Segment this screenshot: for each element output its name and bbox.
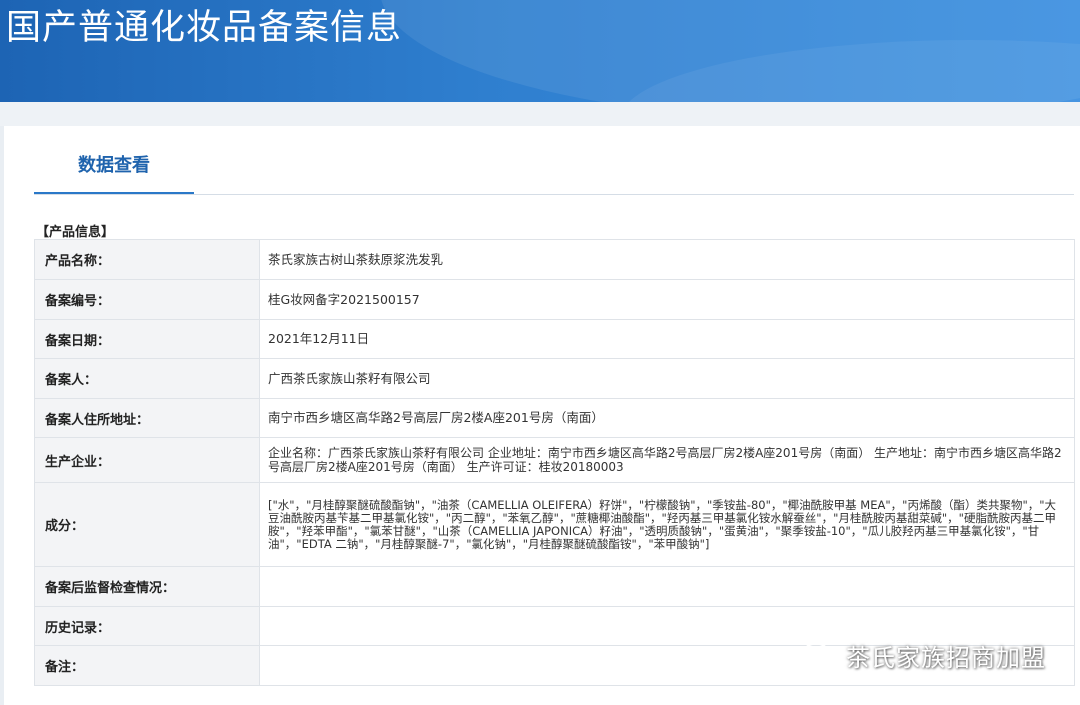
field-value: 广西茶氏家族山茶籽有限公司 [259,358,1075,399]
table-row: 备案人： 广西茶氏家族山茶籽有限公司 [34,358,1075,399]
table-row: 备案人住所地址： 南宁市西乡塘区高华路2号高层厂房2楼A座201号房（南面） [34,398,1075,438]
field-label: 历史记录： [34,606,260,646]
watermark: 茶氏家族招商加盟 [802,638,1046,673]
field-label: 成分： [34,482,260,567]
table-row: 备案后监督检查情况： [34,566,1075,607]
table-row: 备案编号： 桂G妆网备字2021500157 [34,279,1075,320]
field-label: 备案日期： [34,319,260,359]
field-label: 备案人住所地址： [34,398,260,438]
table-row: 成分： ["水"，"月桂醇聚醚硫酸酯钠"，"油茶（CAMELLIA OLEIFE… [34,482,1075,567]
watermark-text: 茶氏家族招商加盟 [846,644,1046,672]
content-panel: 数据查看 【产品信息】 产品名称： 茶氏家族古树山茶麸原浆洗发乳 备案编号： 桂… [4,126,1080,705]
separator-band [0,102,1080,126]
header-banner: 国产普通化妆品备案信息 [0,0,1080,102]
field-value: ["水"，"月桂醇聚醚硫酸酯钠"，"油茶（CAMELLIA OLEIFERA）籽… [259,482,1075,567]
table-row: 备案日期： 2021年12月11日 [34,319,1075,359]
tab-bar: 数据查看 [34,126,1074,195]
table-row: 生产企业： 企业名称：广西茶氏家族山茶籽有限公司 企业地址：南宁市西乡塘区高华路… [34,437,1075,483]
tab-data-view[interactable]: 数据查看 [34,126,194,194]
wechat-icon [802,641,839,669]
product-info-table: 产品名称： 茶氏家族古树山茶麸原浆洗发乳 备案编号： 桂G妆网备字2021500… [34,239,1075,686]
field-value: 南宁市西乡塘区高华路2号高层厂房2楼A座201号房（南面） [259,398,1075,438]
field-value: 桂G妆网备字2021500157 [259,279,1075,320]
field-value: 2021年12月11日 [259,319,1075,359]
field-label: 备注： [34,645,260,686]
table-row: 产品名称： 茶氏家族古树山茶麸原浆洗发乳 [34,239,1075,280]
field-label: 备案编号： [34,279,260,320]
field-label: 备案后监督检查情况： [34,566,260,607]
section-title: 【产品信息】 [36,225,115,240]
field-label: 生产企业： [34,437,260,483]
field-label: 产品名称： [34,239,260,280]
page-title: 国产普通化妆品备案信息 [6,8,403,48]
field-value: 企业名称：广西茶氏家族山茶籽有限公司 企业地址：南宁市西乡塘区高华路2号高层厂房… [259,437,1075,483]
field-value: 茶氏家族古树山茶麸原浆洗发乳 [259,239,1075,280]
field-value [259,566,1075,607]
field-label: 备案人： [34,358,260,399]
